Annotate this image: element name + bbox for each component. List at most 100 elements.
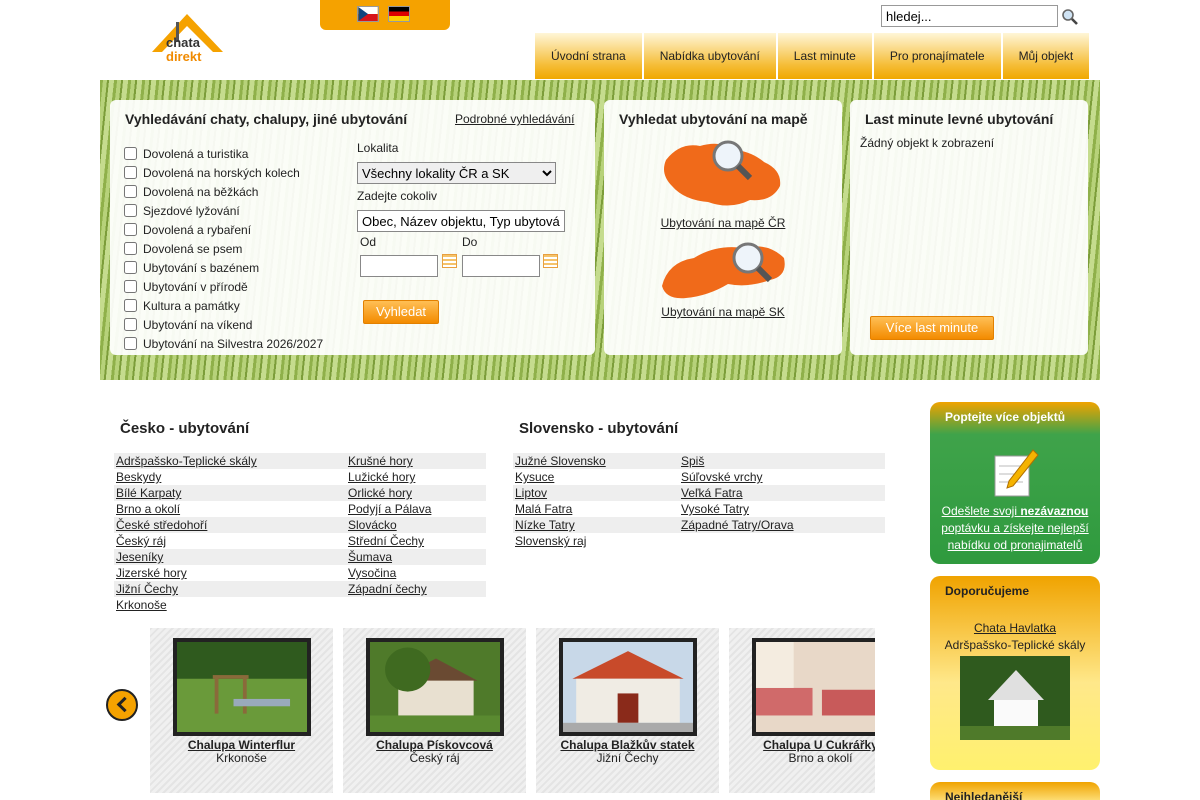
activity-checkbox[interactable] bbox=[124, 280, 137, 293]
region-link[interactable]: Beskydy bbox=[116, 470, 161, 484]
advanced-search-link[interactable]: Podrobné vyhledávání bbox=[455, 112, 574, 126]
region-link[interactable]: Veľká Fatra bbox=[681, 486, 743, 500]
czech-map-icon[interactable] bbox=[660, 136, 788, 212]
card-name[interactable]: Chalupa Winterflur bbox=[150, 738, 333, 752]
region-link[interactable]: Južné Slovensko bbox=[515, 454, 606, 468]
page: chata direkt Úvodní strana Nabídka ubyto… bbox=[0, 0, 1200, 800]
site-search-input[interactable] bbox=[881, 5, 1058, 27]
date-to-input[interactable] bbox=[462, 255, 540, 277]
date-from-input[interactable] bbox=[360, 255, 438, 277]
hero-grass-banner: Vyhledávání chaty, chalupy, jiné ubytová… bbox=[100, 80, 1100, 380]
czech-regions-col1: Adršpašsko-Teplické skály Beskydy Bílé Kar… bbox=[114, 453, 346, 613]
region-link[interactable]: Kysuce bbox=[515, 470, 554, 484]
calendar-icon[interactable] bbox=[543, 254, 558, 268]
magnifier-search-icon[interactable] bbox=[1061, 8, 1079, 26]
request-link[interactable]: Odešlete svoji nezávaznou poptávku a zís… bbox=[941, 504, 1088, 552]
card-name[interactable]: Chalupa Pískovcová bbox=[343, 738, 526, 752]
last-minute-title: Last minute levné ubytování bbox=[865, 111, 1054, 127]
region-link[interactable]: Jeseníky bbox=[116, 550, 163, 564]
list-item: Brno a okolí bbox=[114, 501, 346, 517]
map-sk-link[interactable]: Ubytování na mapě SK bbox=[604, 305, 842, 319]
chalupa-photo[interactable] bbox=[752, 638, 875, 736]
czech-flag-icon[interactable] bbox=[357, 6, 379, 22]
nav-last-minute[interactable]: Last minute bbox=[777, 33, 874, 79]
region-link[interactable]: Lužické hory bbox=[348, 470, 415, 484]
list-item: Západní čechy bbox=[346, 581, 486, 597]
more-last-minute-button[interactable]: Více last minute bbox=[870, 316, 994, 340]
activity-checkbox[interactable] bbox=[124, 223, 137, 236]
anything-input[interactable] bbox=[357, 210, 565, 232]
activity-checkbox[interactable] bbox=[124, 166, 137, 179]
carousel-card[interactable]: Chalupa U Cukrářky Brno a okolí bbox=[729, 628, 875, 793]
map-cz-link[interactable]: Ubytování na mapě ČR bbox=[604, 216, 842, 230]
chalupa-photo[interactable] bbox=[559, 638, 697, 736]
region-link[interactable]: Liptov bbox=[515, 486, 547, 500]
region-link[interactable]: Jižní Čechy bbox=[116, 582, 178, 596]
list-item: Jizerské hory bbox=[114, 565, 346, 581]
activity-checkbox[interactable] bbox=[124, 299, 137, 312]
list-item: Spiš bbox=[679, 453, 885, 469]
region-link[interactable]: Západní čechy bbox=[348, 582, 427, 596]
nav-accommodation-offer[interactable]: Nabídka ubytování bbox=[643, 33, 778, 79]
region-link[interactable]: Vysočina bbox=[348, 566, 396, 580]
request-text[interactable]: Odešlete svoji nezávaznou poptávku a zís… bbox=[938, 503, 1092, 554]
chalupa-photo[interactable] bbox=[366, 638, 504, 736]
pencil-note-icon[interactable] bbox=[991, 448, 1039, 500]
chata-direkt-logo[interactable]: chata direkt bbox=[150, 12, 225, 67]
region-link[interactable]: Brno a okolí bbox=[116, 502, 180, 516]
nav-my-object[interactable]: Můj objekt bbox=[1002, 33, 1090, 79]
region-link[interactable]: Nízke Tatry bbox=[515, 518, 575, 532]
locality-label: Lokalita bbox=[357, 141, 399, 155]
carousel-card[interactable]: Chalupa Blažkův statek Jižní Čechy bbox=[536, 628, 719, 793]
region-link[interactable]: Malá Fatra bbox=[515, 502, 572, 516]
chalupa-photo[interactable] bbox=[173, 638, 311, 736]
card-name[interactable]: Chalupa Blažkův statek bbox=[536, 738, 719, 752]
region-link[interactable]: Jizerské hory bbox=[116, 566, 187, 580]
locality-select[interactable]: Všechny lokality ČR a SK bbox=[357, 162, 556, 184]
nav-for-landlords[interactable]: Pro pronajímatele bbox=[873, 33, 1003, 79]
carousel-card[interactable]: Chalupa Pískovcová Český ráj bbox=[343, 628, 526, 793]
activity-checkbox[interactable] bbox=[124, 242, 137, 255]
slovak-map-icon[interactable] bbox=[658, 236, 790, 302]
map-search-panel: Vyhledat ubytování na mapě Ubytování na … bbox=[604, 100, 842, 355]
region-link[interactable]: Slovácko bbox=[348, 518, 397, 532]
region-link[interactable]: České středohoří bbox=[116, 518, 207, 532]
list-item: Dovolená se psem bbox=[124, 239, 323, 258]
activity-checkbox[interactable] bbox=[124, 318, 137, 331]
carousel-prev-button[interactable] bbox=[106, 689, 138, 721]
list-item: Veľká Fatra bbox=[679, 485, 885, 501]
recommended-photo[interactable] bbox=[960, 656, 1070, 740]
list-item: Vysoké Tatry bbox=[679, 501, 885, 517]
czech-regions-title: Česko - ubytování bbox=[120, 420, 250, 437]
activity-checkbox[interactable] bbox=[124, 261, 137, 274]
recommended-name[interactable]: Chata Havlatka bbox=[930, 621, 1100, 635]
activity-checkbox[interactable] bbox=[124, 204, 137, 217]
german-flag-icon[interactable] bbox=[388, 6, 410, 22]
region-link[interactable]: Střední Čechy bbox=[348, 534, 424, 548]
activity-checkbox[interactable] bbox=[124, 147, 137, 160]
list-item: Južné Slovensko bbox=[513, 453, 679, 469]
card-name[interactable]: Chalupa U Cukrářky bbox=[729, 738, 875, 752]
nav-home[interactable]: Úvodní strana bbox=[535, 33, 644, 79]
activity-checkbox[interactable] bbox=[124, 337, 137, 350]
region-link[interactable]: Bílé Karpaty bbox=[116, 486, 181, 500]
region-link[interactable]: Vysoké Tatry bbox=[681, 502, 749, 516]
region-link[interactable]: Podyjí a Pálava bbox=[348, 502, 431, 516]
calendar-icon[interactable] bbox=[442, 254, 457, 268]
region-link[interactable]: Krkonoše bbox=[116, 598, 167, 612]
region-link[interactable]: Západné Tatry/Orava bbox=[681, 518, 794, 532]
list-item: Adršpašsko-Teplické skály bbox=[114, 453, 346, 469]
region-link[interactable]: Slovenský raj bbox=[515, 534, 586, 548]
list-item: Ubytování s bazénem bbox=[124, 258, 323, 277]
region-link[interactable]: Krušné hory bbox=[348, 454, 413, 468]
region-link[interactable]: Adršpašsko-Teplické skály bbox=[116, 454, 257, 468]
region-link[interactable]: Spiš bbox=[681, 454, 704, 468]
region-link[interactable]: Súľovské vrchy bbox=[681, 470, 763, 484]
carousel-card[interactable]: Chalupa Winterflur Krkonoše bbox=[150, 628, 333, 793]
region-link[interactable]: Šumava bbox=[348, 550, 392, 564]
search-submit-button[interactable]: Vyhledat bbox=[363, 300, 439, 324]
region-link[interactable]: Český ráj bbox=[116, 534, 166, 548]
list-item: Dovolená a turistika bbox=[124, 144, 323, 163]
region-link[interactable]: Orlické hory bbox=[348, 486, 412, 500]
activity-checkbox[interactable] bbox=[124, 185, 137, 198]
